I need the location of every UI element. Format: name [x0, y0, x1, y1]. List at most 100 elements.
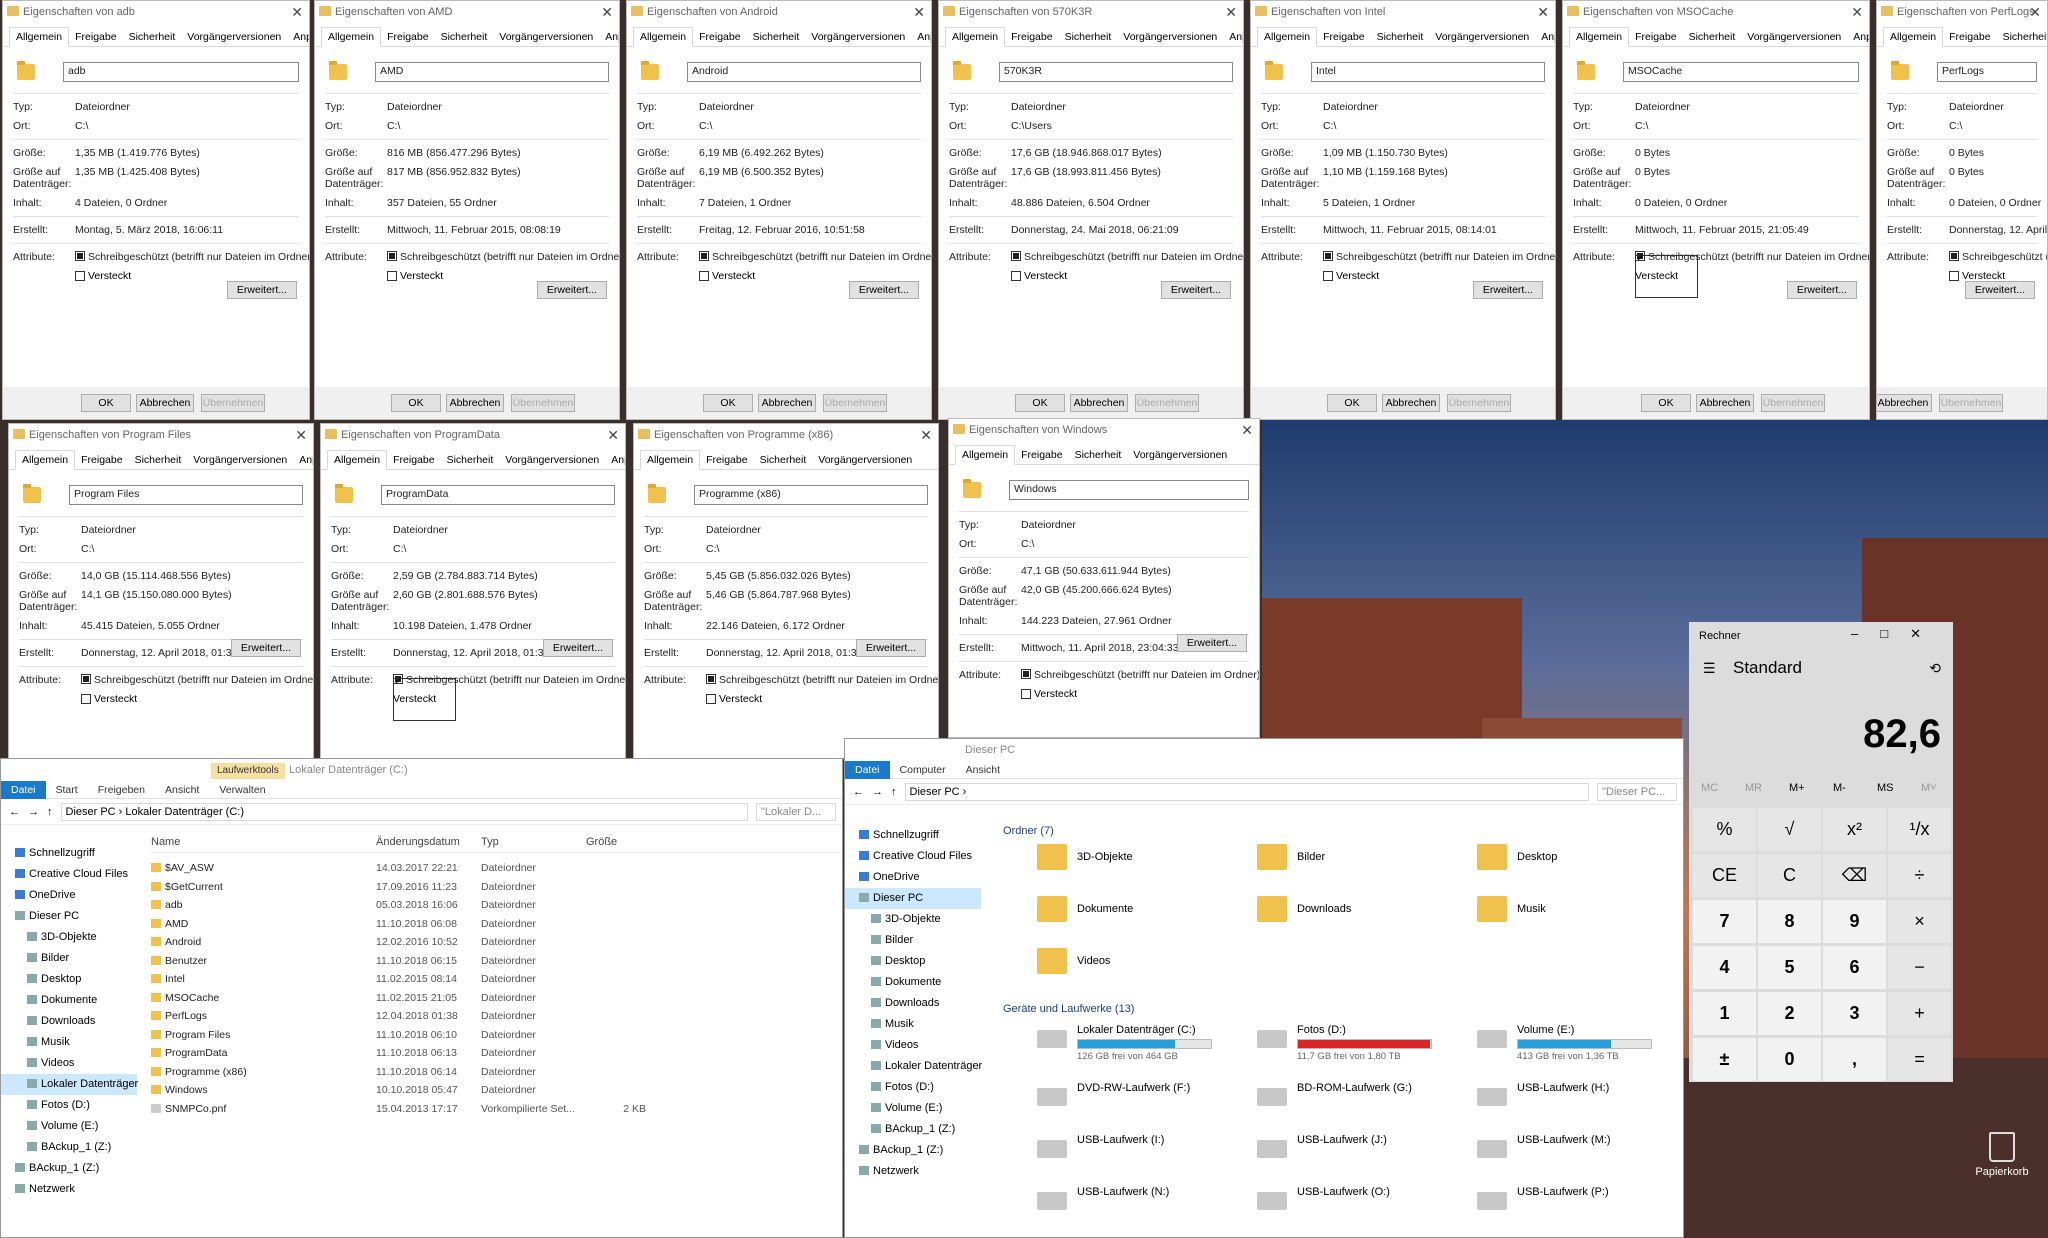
- ok-button[interactable]: OK: [81, 394, 131, 412]
- forward-icon[interactable]: →: [872, 786, 883, 798]
- nav-item[interactable]: Volume (E:): [1, 1116, 137, 1137]
- advanced-button[interactable]: Erweitert...: [1161, 281, 1231, 299]
- tab-freigabe[interactable]: Freigabe: [1943, 28, 1996, 46]
- close-icon[interactable]: ✕: [1241, 419, 1253, 441]
- tab-sicherheit[interactable]: Sicherheit: [1059, 28, 1118, 46]
- advanced-button[interactable]: Erweitert...: [856, 639, 926, 657]
- tab-allgemein[interactable]: Allgemein: [1883, 27, 1944, 47]
- calc-key[interactable]: 2: [1758, 992, 1821, 1035]
- calc-key[interactable]: ,: [1823, 1038, 1886, 1081]
- tab-sicherheit[interactable]: Sicherheit: [129, 451, 188, 469]
- cancel-button[interactable]: Abbrechen: [1070, 394, 1128, 412]
- nav-item[interactable]: Bilder: [1, 948, 137, 969]
- forward-icon[interactable]: →: [28, 806, 39, 818]
- hidden-checkbox[interactable]: [699, 271, 709, 281]
- tab-sicherheit[interactable]: Sicherheit: [123, 28, 182, 46]
- tab-allgemein[interactable]: Allgemein: [1257, 27, 1318, 47]
- nav-item[interactable]: Bilder: [845, 930, 981, 951]
- tab-anpassen[interactable]: Anpassen: [911, 28, 931, 46]
- advanced-button[interactable]: Erweitert...: [1787, 281, 1857, 299]
- table-row[interactable]: SNMPCo.pnf 15.04.2013 17:17 Vorkompilierte…: [151, 1100, 841, 1119]
- calc-key[interactable]: =: [1888, 1038, 1951, 1081]
- table-row[interactable]: PerfLogs 12.04.2018 01:38 Dateiordner: [151, 1007, 841, 1026]
- table-row[interactable]: Program Files 11.10.2018 06:10 Dateiordner: [151, 1026, 841, 1045]
- cancel-button[interactable]: Abbrechen: [1382, 394, 1440, 412]
- tab-vorgängerversionen[interactable]: Vorgängerversionen: [493, 28, 599, 46]
- close-icon[interactable]: ✕: [1225, 1, 1237, 23]
- tab-vorgängerversionen[interactable]: Vorgängerversionen: [805, 28, 911, 46]
- ok-button[interactable]: OK: [703, 394, 753, 412]
- calc-key[interactable]: x²: [1823, 808, 1886, 851]
- apply-button[interactable]: Übernehmen: [823, 394, 887, 412]
- folder-name-field[interactable]: ProgramData: [381, 485, 615, 505]
- tab-anpassen[interactable]: Anpassen: [293, 451, 313, 469]
- nav-item[interactable]: OneDrive: [1, 885, 137, 906]
- nav-item[interactable]: Lokaler Datenträger: [845, 1056, 982, 1077]
- nav-item[interactable]: BAckup_1 (Z:): [1, 1137, 137, 1158]
- tab-anpassen[interactable]: Anpassen: [1847, 28, 1869, 46]
- folder-name-field[interactable]: PerfLogs: [1937, 62, 2037, 82]
- calc-key[interactable]: ¹/x: [1888, 808, 1951, 851]
- advanced-button[interactable]: Erweitert...: [543, 639, 613, 657]
- table-row[interactable]: $GetCurrent 17.09.2016 11:23 Dateiordner: [151, 878, 841, 897]
- readonly-checkbox[interactable]: [387, 251, 397, 261]
- readonly-checkbox[interactable]: [1011, 251, 1021, 261]
- tab-allgemein[interactable]: Allgemein: [633, 27, 694, 47]
- memory-button[interactable]: MS: [1877, 782, 1894, 794]
- calc-key[interactable]: +: [1888, 992, 1951, 1035]
- nav-item[interactable]: Downloads: [845, 993, 981, 1014]
- advanced-button[interactable]: Erweitert...: [231, 639, 301, 657]
- calc-key[interactable]: 1: [1693, 992, 1756, 1035]
- table-row[interactable]: Programme (x86) 11.10.2018 06:14 Dateiordn…: [151, 1063, 841, 1082]
- hidden-checkbox[interactable]: [81, 694, 91, 704]
- tab-allgemein[interactable]: Allgemein: [945, 27, 1006, 47]
- tab-sicherheit[interactable]: Sicherheit: [1683, 28, 1742, 46]
- calc-key[interactable]: 0: [1758, 1038, 1821, 1081]
- nav-item[interactable]: Schnellzugriff: [1, 843, 137, 864]
- hidden-checkbox[interactable]: [75, 271, 85, 281]
- nav-item[interactable]: Netzwerk: [1, 1179, 137, 1200]
- nav-item[interactable]: OneDrive: [845, 867, 981, 888]
- dialog-titlebar[interactable]: Eigenschaften von Android ✕: [627, 1, 931, 23]
- hidden-checkbox[interactable]: [1635, 253, 1698, 298]
- tab-allgemein[interactable]: Allgemein: [15, 450, 76, 470]
- calc-key[interactable]: %: [1693, 808, 1756, 851]
- calc-key[interactable]: ÷: [1888, 854, 1951, 897]
- nav-item[interactable]: Desktop: [1, 969, 137, 990]
- memory-button[interactable]: MR: [1745, 782, 1762, 794]
- tab-anpassen[interactable]: Anpassen: [599, 28, 619, 46]
- drives-header[interactable]: Geräte und Laufwerke (13): [1003, 1003, 1134, 1015]
- apply-button[interactable]: Übernehmen: [1939, 394, 2003, 412]
- tab-freigabe[interactable]: Freigabe: [693, 28, 746, 46]
- nav-item[interactable]: Netzwerk: [845, 1161, 981, 1182]
- folder-name-field[interactable]: AMD: [375, 62, 609, 82]
- tab-sicherheit[interactable]: Sicherheit: [754, 451, 813, 469]
- apply-button[interactable]: Übernehmen: [1135, 394, 1199, 412]
- cancel-button[interactable]: Abbrechen: [758, 394, 816, 412]
- cancel-button[interactable]: Abbrechen: [1877, 394, 1932, 412]
- calc-key[interactable]: 6: [1823, 946, 1886, 989]
- up-icon[interactable]: ↑: [891, 786, 897, 798]
- nav-item[interactable]: 3D-Objekte: [845, 909, 981, 930]
- calc-key[interactable]: −: [1888, 946, 1951, 989]
- apply-button[interactable]: Übernehmen: [201, 394, 265, 412]
- calc-key[interactable]: 8: [1758, 900, 1821, 943]
- ribbon-tab[interactable]: Freigeben: [88, 782, 155, 798]
- tab-sicherheit[interactable]: Sicherheit: [747, 28, 806, 46]
- tab-vorgängerversionen[interactable]: Vorgängerversionen: [181, 28, 287, 46]
- tab-vorgängerversionen[interactable]: Vorgängerversionen: [1117, 28, 1223, 46]
- nav-item[interactable]: Volume (E:): [845, 1098, 981, 1119]
- ok-button[interactable]: OK: [1327, 394, 1377, 412]
- ribbon-tab[interactable]: Verwalten: [209, 782, 275, 798]
- calc-key[interactable]: 4: [1693, 946, 1756, 989]
- calc-key[interactable]: √: [1758, 808, 1821, 851]
- nav-item[interactable]: BAckup_1 (Z:): [1, 1158, 137, 1179]
- close-icon[interactable]: ✕: [1537, 1, 1549, 23]
- hidden-checkbox[interactable]: [1323, 271, 1333, 281]
- tab-vorgängerversionen[interactable]: Vorgängerversionen: [1127, 446, 1233, 464]
- folder-name-field[interactable]: Program Files: [69, 485, 303, 505]
- tab-vorgängerversionen[interactable]: Vorgängerversionen: [1429, 28, 1535, 46]
- nav-item[interactable]: Desktop: [845, 951, 981, 972]
- address-bar[interactable]: Dieser PC › Lokaler Datenträger (C:): [60, 802, 748, 821]
- hidden-checkbox[interactable]: [387, 271, 397, 281]
